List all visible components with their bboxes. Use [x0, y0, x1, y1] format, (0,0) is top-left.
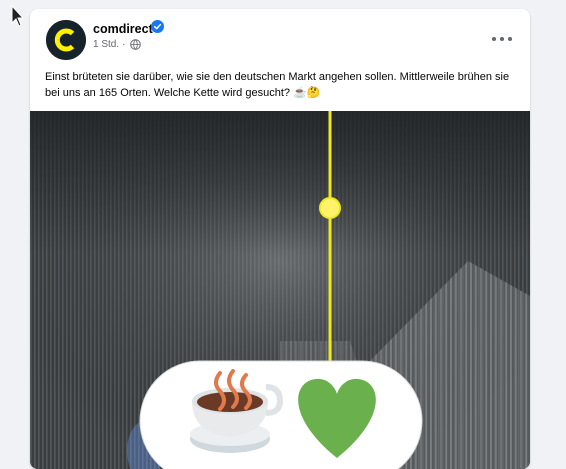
- more-options-button[interactable]: [492, 31, 512, 47]
- dot: [508, 37, 512, 41]
- dot: [492, 37, 496, 41]
- page-name-link[interactable]: comdirect: [93, 22, 153, 36]
- mouse-pointer-icon: [11, 4, 25, 27]
- meta-separator: ·: [122, 39, 126, 50]
- globe-icon: [130, 39, 142, 50]
- verified-badge-icon: [151, 20, 164, 33]
- post-text: Einst brüteten sie darüber, wie sie den …: [45, 71, 510, 99]
- comdirect-logo-icon: [46, 20, 86, 60]
- post-image-graphic: [30, 111, 530, 469]
- dot: [500, 37, 504, 41]
- post-meta: 1 Std. ·: [93, 39, 142, 50]
- post-timestamp[interactable]: 1 Std.: [93, 39, 119, 50]
- post-card: comdirect 1 Std. · Einst brüteten sie da…: [30, 9, 530, 469]
- post-image[interactable]: [30, 111, 530, 469]
- comdirect-avatar[interactable]: [46, 20, 86, 60]
